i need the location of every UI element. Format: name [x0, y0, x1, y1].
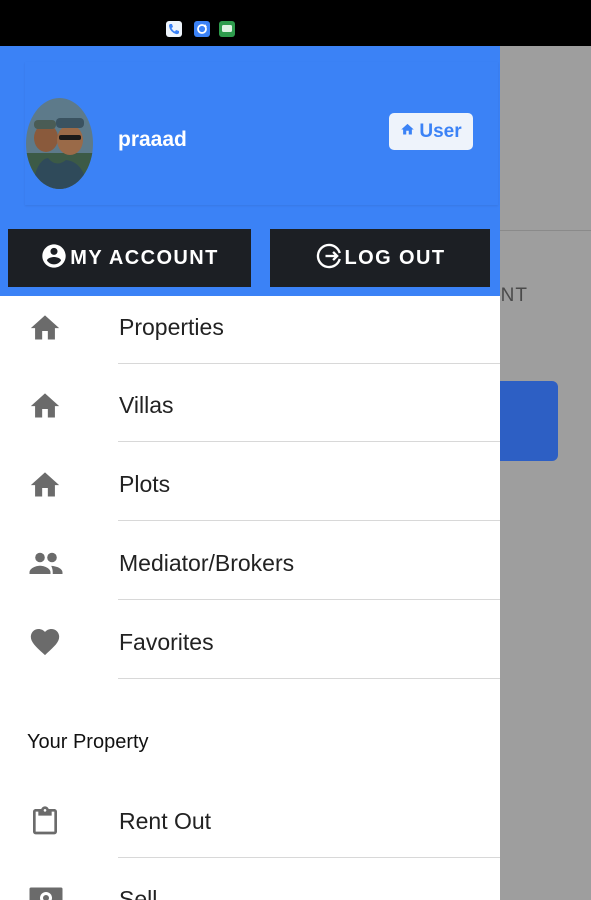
- menu-item-label: Villas: [119, 392, 174, 418]
- home-icon: [28, 389, 62, 419]
- menu-item-label: Favorites: [119, 629, 214, 655]
- heart-icon: [28, 626, 62, 656]
- menu-item-label: Sell: [119, 886, 158, 900]
- user-info-panel: praaad User: [25, 62, 498, 205]
- divider: [118, 678, 500, 679]
- home-icon: [400, 122, 415, 142]
- logout-icon: [315, 242, 343, 275]
- log-out-button[interactable]: LOG OUT: [270, 229, 490, 287]
- divider: [118, 599, 500, 600]
- menu-item-plots[interactable]: Plots: [0, 443, 500, 521]
- menu-item-label: Plots: [119, 471, 171, 497]
- background-tab-label: ENT: [500, 285, 528, 306]
- sync-icon: [194, 21, 210, 37]
- divider: [118, 520, 500, 521]
- account-circle-icon: [40, 242, 68, 275]
- menu-item-mediator-brokers[interactable]: Mediator/Brokers: [0, 522, 500, 600]
- money-icon: [28, 883, 63, 900]
- drawer-header: praaad User MY ACCOUNT LOG OUT: [0, 46, 500, 296]
- home-icon: [28, 468, 62, 498]
- section-title-your-property: Your Property: [27, 731, 149, 753]
- menu-item-label: Mediator/Brokers: [119, 550, 295, 576]
- my-account-label: MY ACCOUNT: [70, 246, 219, 269]
- divider: [118, 441, 500, 442]
- clipboard-icon: [28, 805, 62, 835]
- people-icon: [28, 547, 63, 577]
- menu-item-favorites[interactable]: Favorites: [0, 601, 500, 679]
- home-icon: [28, 311, 62, 341]
- status-bar: [0, 0, 591, 46]
- role-badge-label: User: [419, 120, 462, 142]
- avatar[interactable]: [26, 98, 93, 189]
- menu-item-villas[interactable]: Villas: [0, 364, 500, 442]
- menu-item-sell[interactable]: Sell: [0, 858, 500, 900]
- role-badge[interactable]: User: [389, 113, 473, 150]
- phone-icon: [166, 21, 182, 37]
- menu-item-rent-out[interactable]: Rent Out: [0, 780, 500, 858]
- user-name: praaad: [118, 128, 187, 151]
- my-account-button[interactable]: MY ACCOUNT: [8, 229, 251, 287]
- message-icon: [219, 21, 235, 37]
- menu-item-label: Properties: [119, 314, 224, 340]
- menu-item-label: Rent Out: [119, 808, 212, 834]
- log-out-label: LOG OUT: [344, 246, 446, 269]
- menu-item-properties[interactable]: Properties: [0, 286, 500, 364]
- navigation-drawer: praaad User MY ACCOUNT LOG OUT Propertie…: [0, 46, 500, 900]
